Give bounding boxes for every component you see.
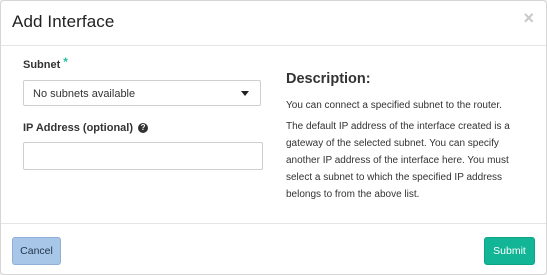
question-circle-icon[interactable]: ?	[138, 123, 149, 133]
subnet-label-row: Subnet *	[23, 55, 263, 72]
required-asterisk-icon: *	[63, 55, 68, 69]
chevron-down-icon	[241, 91, 249, 96]
description-title: Description:	[286, 71, 371, 87]
cancel-button[interactable]: Cancel	[12, 237, 61, 265]
form-column: Subnet * No subnets available IP Address…	[23, 55, 263, 170]
description-panel: Description: You can connect a specified…	[286, 71, 531, 207]
description-paragraph-2: The default IP address of the interface …	[286, 121, 510, 200]
subnet-select-value: No subnets available	[33, 88, 136, 100]
ip-address-field: IP Address (optional) ?	[23, 122, 263, 170]
subnet-label: Subnet	[23, 59, 61, 71]
add-interface-dialog: Add Interface × Subnet * No subnets avai…	[0, 0, 547, 275]
description-paragraph-1: You can connect a specified subnet to th…	[286, 100, 502, 111]
dialog-title: Add Interface	[12, 12, 115, 31]
ip-address-label-row: IP Address (optional) ?	[23, 122, 263, 134]
dialog-header: Add Interface ×	[1, 1, 546, 46]
subnet-select[interactable]: No subnets available	[23, 80, 261, 106]
close-icon[interactable]: ×	[523, 9, 534, 27]
dialog-footer: Cancel Submit	[1, 223, 546, 274]
submit-button[interactable]: Submit	[484, 237, 535, 265]
ip-address-label: IP Address (optional)	[23, 122, 134, 134]
ip-address-input[interactable]	[23, 142, 263, 170]
subnet-field: Subnet * No subnets available	[23, 55, 263, 106]
